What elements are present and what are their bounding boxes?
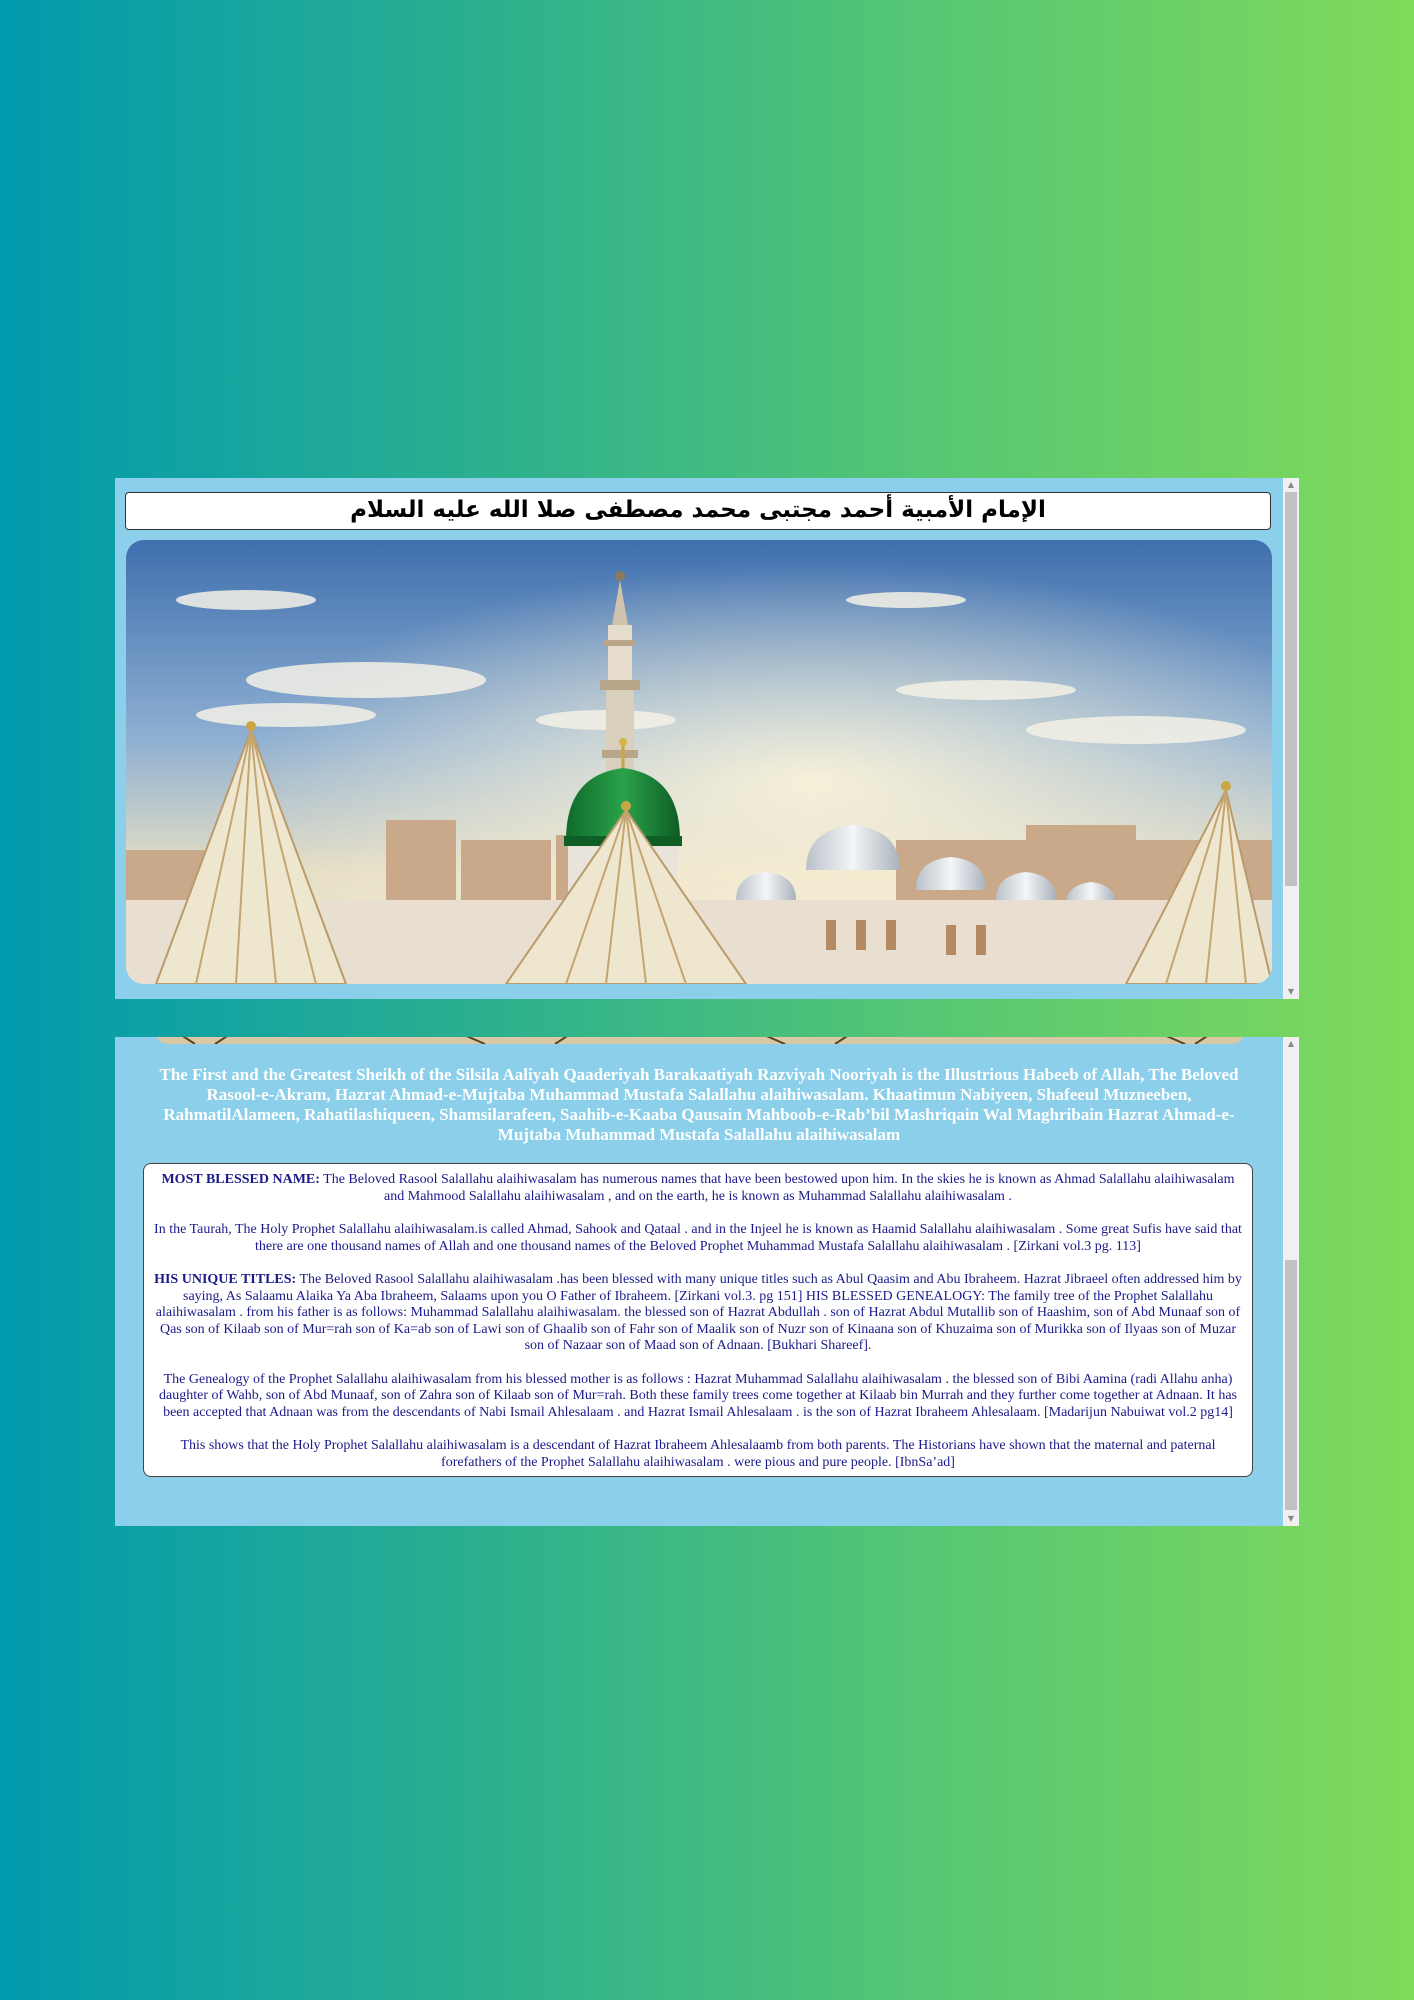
scroll-thumb[interactable] xyxy=(1285,492,1297,886)
paragraph-maternal-genealogy: The Genealogy of the Prophet Salallahu a… xyxy=(159,1371,1237,1420)
content-box: MOST BLESSED NAME: The Beloved Rasool Sa… xyxy=(143,1163,1253,1477)
paragraph-taurah: In the Taurah, The Holy Prophet Salallah… xyxy=(154,1222,1242,1254)
scroll-down-arrow-icon[interactable]: ▼ xyxy=(1283,985,1299,999)
text-unique-titles: The Beloved Rasool Salallahu alaihiwasal… xyxy=(155,1272,1242,1353)
header-panel: الإمام الأمبية أحمد مجتبى محمد مصطفى صلا… xyxy=(115,478,1299,999)
scroll-up-arrow-icon[interactable]: ▲ xyxy=(1283,1037,1299,1051)
scroll-down-arrow-icon[interactable]: ▼ xyxy=(1283,1512,1299,1526)
scroll-up-arrow-icon[interactable]: ▲ xyxy=(1283,478,1299,492)
paragraph-unique-titles: HIS UNIQUE TITLES: The Beloved Rasool Sa… xyxy=(152,1272,1244,1355)
paragraph-blessed-name: MOST BLESSED NAME: The Beloved Rasool Sa… xyxy=(152,1172,1244,1205)
label-blessed-name: MOST BLESSED NAME: xyxy=(161,1172,320,1187)
hero-image xyxy=(126,540,1272,984)
scroll-thumb[interactable] xyxy=(1285,1260,1297,1510)
text-blessed-name: The Beloved Rasool Salallahu alaihiwasal… xyxy=(319,1172,1235,1204)
page-title: الإمام الأمبية أحمد مجتبى محمد مصطفى صلا… xyxy=(125,492,1271,530)
scrollbar[interactable]: ▲ ▼ xyxy=(1283,1037,1299,1526)
content-panel: The First and the Greatest Sheikh of the… xyxy=(115,1037,1299,1526)
label-unique-titles: HIS UNIQUE TITLES: xyxy=(154,1272,297,1287)
intro-text: The First and the Greatest Sheikh of the… xyxy=(159,1065,1239,1144)
paragraph-descendant: This shows that the Holy Prophet Salalla… xyxy=(180,1438,1216,1470)
scrollbar[interactable]: ▲ ▼ xyxy=(1283,478,1299,999)
hero-image-strip xyxy=(155,1037,1245,1044)
